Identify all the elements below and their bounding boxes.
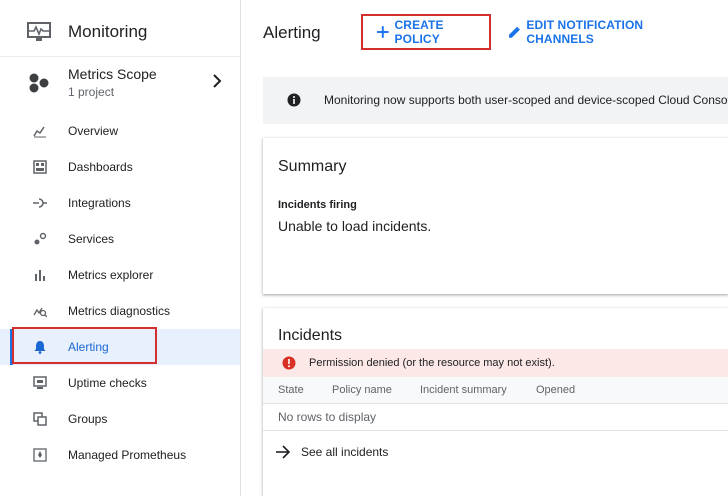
main-content: Alerting CREATE POLICY EDIT NOTIFICATION…: [241, 0, 728, 496]
sidebar-item-label: Dashboards: [68, 160, 133, 174]
error-icon: [282, 356, 296, 370]
dashboards-icon: [33, 160, 47, 174]
edit-notification-channels-label: EDIT NOTIFICATION CHANNELS: [526, 18, 644, 46]
summary-card: Summary Incidents firing Unable to load …: [263, 138, 728, 294]
sidebar-item-groups[interactable]: Groups: [0, 401, 240, 437]
divider: [263, 430, 728, 431]
sidebar-nav: Overview Dashboards Integrations Service…: [0, 113, 240, 473]
column-header-incident-summary[interactable]: Incident summary: [420, 384, 507, 396]
sidebar-item-dashboards[interactable]: Dashboards: [0, 149, 240, 185]
chevron-right-icon: [213, 74, 222, 88]
sidebar-item-label: Managed Prometheus: [68, 448, 187, 462]
error-banner: Permission denied (or the resource may n…: [263, 349, 728, 377]
metrics-scope-icon: [29, 73, 49, 93]
see-all-incidents-link[interactable]: See all incidents: [275, 442, 388, 462]
prometheus-icon: [33, 448, 47, 462]
sidebar-item-metrics-diagnostics[interactable]: Metrics diagnostics: [0, 293, 240, 329]
sidebar-item-managed-prometheus[interactable]: Managed Prometheus: [0, 437, 240, 473]
services-icon: [34, 232, 47, 245]
sidebar-item-label: Uptime checks: [68, 376, 147, 390]
column-header-state[interactable]: State: [278, 384, 304, 396]
bar-chart-icon: [35, 270, 45, 281]
info-banner: Monitoring now supports both user-scoped…: [263, 77, 728, 124]
incidents-table-header: State Policy name Incident summary Opene…: [263, 377, 728, 404]
sidebar-item-label: Metrics explorer: [68, 268, 154, 282]
column-header-policy-name[interactable]: Policy name: [332, 384, 392, 396]
sidebar-item-metrics-explorer[interactable]: Metrics explorer: [0, 257, 240, 293]
sidebar-item-services[interactable]: Services: [0, 221, 240, 257]
info-icon: [287, 93, 301, 107]
summary-title: Summary: [278, 158, 347, 175]
sidebar-header: Monitoring: [0, 0, 240, 56]
sidebar-item-label: Metrics diagnostics: [68, 304, 171, 318]
plus-icon: [376, 26, 389, 38]
sidebar-item-label: Overview: [68, 124, 119, 138]
sidebar-item-label: Services: [68, 232, 115, 246]
scope-subtitle: 1 project: [68, 85, 115, 99]
scope-title: Metrics Scope: [68, 66, 157, 82]
monitoring-logo-icon: [27, 22, 51, 41]
sidebar-item-overview[interactable]: Overview: [0, 113, 240, 149]
create-policy-label: CREATE POLICY: [394, 18, 444, 46]
sidebar-item-uptime-checks[interactable]: Uptime checks: [0, 365, 240, 401]
page-header: Alerting CREATE POLICY EDIT NOTIFICATION…: [241, 0, 728, 60]
incidents-title: Incidents: [278, 327, 343, 344]
sidebar: Monitoring Metrics Scope 1 project Overv…: [0, 0, 241, 496]
overview-icon: [33, 126, 46, 138]
error-text: Permission denied (or the resource may n…: [309, 357, 555, 369]
integrations-icon: [33, 198, 47, 208]
arrow-right-icon: [276, 445, 291, 459]
app-title: Monitoring: [68, 22, 148, 41]
create-policy-button[interactable]: CREATE POLICY: [361, 14, 491, 50]
diagnostics-icon: [33, 307, 47, 318]
incidents-firing-value: Unable to load incidents.: [278, 218, 432, 234]
banner-text: Monitoring now supports both user-scoped…: [324, 93, 728, 107]
pencil-icon: [508, 26, 520, 38]
empty-table-message: No rows to display: [278, 410, 377, 424]
sidebar-item-integrations[interactable]: Integrations: [0, 185, 240, 221]
see-all-incidents-label: See all incidents: [301, 445, 389, 459]
page-title: Alerting: [263, 23, 321, 42]
sidebar-item-label: Groups: [68, 412, 108, 426]
metrics-scope-selector[interactable]: Metrics Scope 1 project: [0, 56, 240, 112]
column-header-opened[interactable]: Opened: [536, 384, 575, 396]
highlight-box: [12, 327, 157, 364]
incidents-card: Incidents Permission denied (or the reso…: [263, 308, 728, 496]
sidebar-item-label: Integrations: [68, 196, 131, 210]
monitor-icon: [33, 376, 47, 389]
groups-icon: [33, 412, 47, 426]
edit-notification-channels-button[interactable]: EDIT NOTIFICATION CHANNELS: [506, 14, 706, 50]
incidents-firing-label: Incidents firing: [278, 199, 357, 211]
